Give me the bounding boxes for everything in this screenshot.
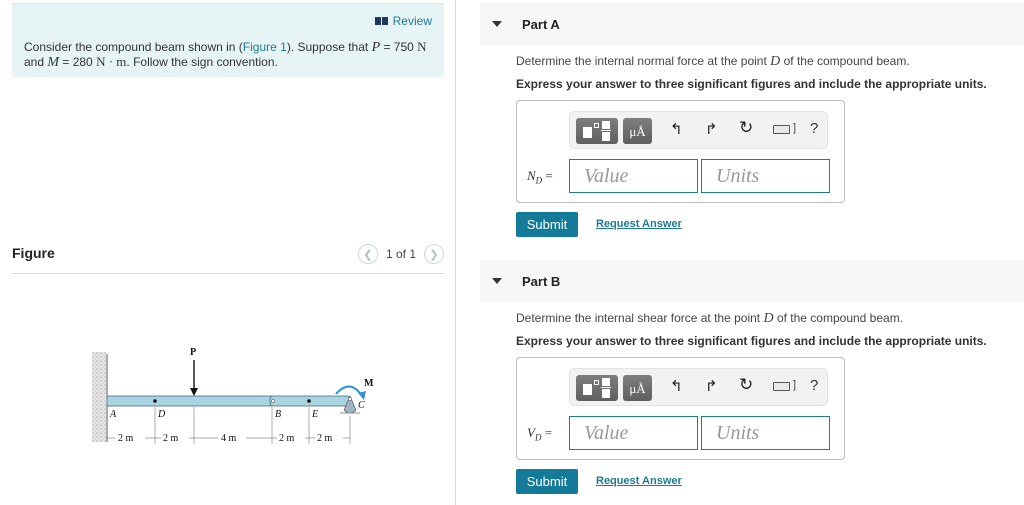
dim-label-5: 2 m bbox=[317, 433, 333, 444]
part-b-answer-box: μÅ ↰ ↱ ↻ ] ? VD = Value Units bbox=[516, 357, 845, 460]
templates-button[interactable] bbox=[576, 375, 618, 401]
redo-icon[interactable]: ↱ bbox=[705, 377, 718, 395]
part-b-units-input[interactable]: Units bbox=[701, 416, 830, 450]
part-a-units-input[interactable]: Units bbox=[701, 159, 830, 193]
question-var: D bbox=[763, 311, 774, 326]
math-toolbar: μÅ ↰ ↱ ↻ ] ? bbox=[569, 111, 828, 149]
intro-text: Consider the compound beam shown in ( bbox=[24, 40, 243, 54]
reset-icon[interactable]: ↻ bbox=[739, 118, 753, 138]
question-text: Determine the internal shear force at th… bbox=[516, 311, 764, 325]
beam-segment-ab bbox=[106, 395, 273, 407]
question-text: of the compound beam. bbox=[780, 54, 910, 68]
keyboard-shortcut-bracket: ] bbox=[793, 379, 797, 391]
chevron-right-icon: ❯ bbox=[429, 248, 439, 261]
pager-text: 1 of 1 bbox=[385, 247, 416, 261]
part-a-question: Determine the internal normal force at t… bbox=[516, 54, 910, 70]
question-text: of the compound beam. bbox=[773, 311, 904, 325]
p-unit: N bbox=[417, 39, 427, 54]
undo-icon[interactable]: ↰ bbox=[670, 377, 683, 395]
part-a-header[interactable]: Part A bbox=[480, 3, 1024, 45]
question-panel: Part A Determine the internal normal for… bbox=[480, 0, 1024, 505]
figure-header: Figure ❮ 1 of 1 ❯ bbox=[12, 242, 444, 274]
part-a-variable-label: ND = bbox=[527, 168, 553, 186]
keyboard-icon[interactable] bbox=[773, 125, 790, 134]
units-icon: μÅ bbox=[629, 124, 646, 139]
part-b-variable-label: VD = bbox=[527, 425, 553, 443]
part-a-instruction: Express your answer to three significant… bbox=[516, 77, 987, 91]
intro-text: and bbox=[24, 55, 48, 69]
var-symbol: N bbox=[527, 168, 536, 183]
next-figure-button[interactable]: ❯ bbox=[424, 244, 444, 264]
beam-figure: P M A D B E C 2 m 2 m 4 m 2 m 2 m bbox=[92, 347, 374, 444]
part-b-header[interactable]: Part B bbox=[480, 260, 1024, 302]
prev-figure-button[interactable]: ❮ bbox=[357, 244, 378, 264]
pin-b bbox=[271, 399, 275, 403]
p-symbol: P bbox=[371, 40, 381, 55]
intro-text: . Follow the sign convention. bbox=[126, 55, 278, 69]
question-text: Determine the internal normal force at t… bbox=[516, 54, 771, 68]
label-m: M bbox=[364, 378, 374, 389]
problem-statement: Consider the compound beam shown in (Fig… bbox=[24, 40, 434, 70]
part-a-request-answer-link[interactable]: Request Answer bbox=[596, 218, 682, 230]
part-a-value-input[interactable]: Value bbox=[569, 159, 698, 193]
caret-down-icon bbox=[492, 21, 502, 27]
point-d bbox=[153, 399, 157, 403]
part-b-title: Part B bbox=[522, 273, 561, 289]
var-subscript: D bbox=[534, 432, 542, 443]
fixed-wall bbox=[92, 352, 106, 442]
help-icon[interactable]: ? bbox=[810, 377, 818, 394]
dim-label-4: 2 m bbox=[279, 433, 295, 444]
review-label: Review bbox=[392, 14, 432, 28]
chevron-left-icon: ❮ bbox=[363, 248, 373, 261]
keyboard-icon[interactable] bbox=[773, 382, 790, 391]
part-a-title: Part A bbox=[522, 16, 560, 32]
intro-text: ). Suppose that bbox=[286, 40, 372, 54]
part-b-request-answer-link[interactable]: Request Answer bbox=[596, 475, 682, 487]
point-e bbox=[307, 399, 311, 403]
keyboard-shortcut-bracket: ] bbox=[793, 122, 797, 134]
part-b-value-input[interactable]: Value bbox=[569, 416, 698, 450]
redo-icon[interactable]: ↱ bbox=[705, 120, 718, 138]
m-unit: N · m bbox=[96, 54, 127, 69]
undo-icon[interactable]: ↰ bbox=[670, 120, 683, 138]
help-icon[interactable]: ? bbox=[810, 120, 818, 137]
p-value: = 750 bbox=[380, 40, 418, 54]
label-d: D bbox=[157, 409, 166, 420]
label-a: A bbox=[109, 409, 117, 420]
reset-icon[interactable]: ↻ bbox=[739, 375, 753, 395]
label-e: E bbox=[311, 409, 318, 420]
units-icon: μÅ bbox=[629, 381, 646, 396]
caret-down-icon bbox=[492, 278, 502, 284]
templates-button[interactable] bbox=[576, 118, 618, 144]
units-button[interactable]: μÅ bbox=[623, 118, 652, 144]
part-b-instruction: Express your answer to three significant… bbox=[516, 334, 987, 348]
figure-pager: ❮ 1 of 1 ❯ bbox=[357, 244, 444, 264]
m-value: = 280 bbox=[59, 55, 97, 69]
moment-m-arrow bbox=[335, 385, 363, 397]
part-b-submit-button[interactable]: Submit bbox=[516, 469, 578, 494]
part-a-submit-button[interactable]: Submit bbox=[516, 212, 578, 237]
figure-title: Figure bbox=[12, 245, 55, 261]
pin-c bbox=[348, 397, 352, 401]
dim-label-2: 2 m bbox=[163, 433, 179, 444]
units-button[interactable]: μÅ bbox=[623, 375, 652, 401]
problem-intro: Review Consider the compound beam shown … bbox=[12, 3, 444, 77]
var-subscript: D bbox=[535, 175, 543, 186]
book-icon bbox=[374, 17, 388, 25]
part-a-answer-box: μÅ ↰ ↱ ↻ ] ? ND = Value Units bbox=[516, 100, 845, 203]
dim-label-3: 4 m bbox=[221, 433, 237, 444]
m-symbol: M bbox=[47, 55, 60, 70]
figure-link[interactable]: Figure 1 bbox=[243, 40, 287, 54]
label-p: P bbox=[190, 347, 196, 358]
math-toolbar: μÅ ↰ ↱ ↻ ] ? bbox=[569, 368, 828, 406]
force-p-arrowhead bbox=[190, 388, 198, 396]
part-b-question: Determine the internal shear force at th… bbox=[516, 311, 903, 327]
label-b: B bbox=[275, 409, 281, 420]
label-c: C bbox=[358, 400, 365, 411]
var-symbol: V bbox=[527, 425, 535, 440]
review-link[interactable]: Review bbox=[374, 14, 432, 28]
question-var: D bbox=[770, 54, 781, 69]
problem-panel: Review Consider the compound beam shown … bbox=[0, 0, 456, 505]
dim-label-1: 2 m bbox=[118, 433, 134, 444]
